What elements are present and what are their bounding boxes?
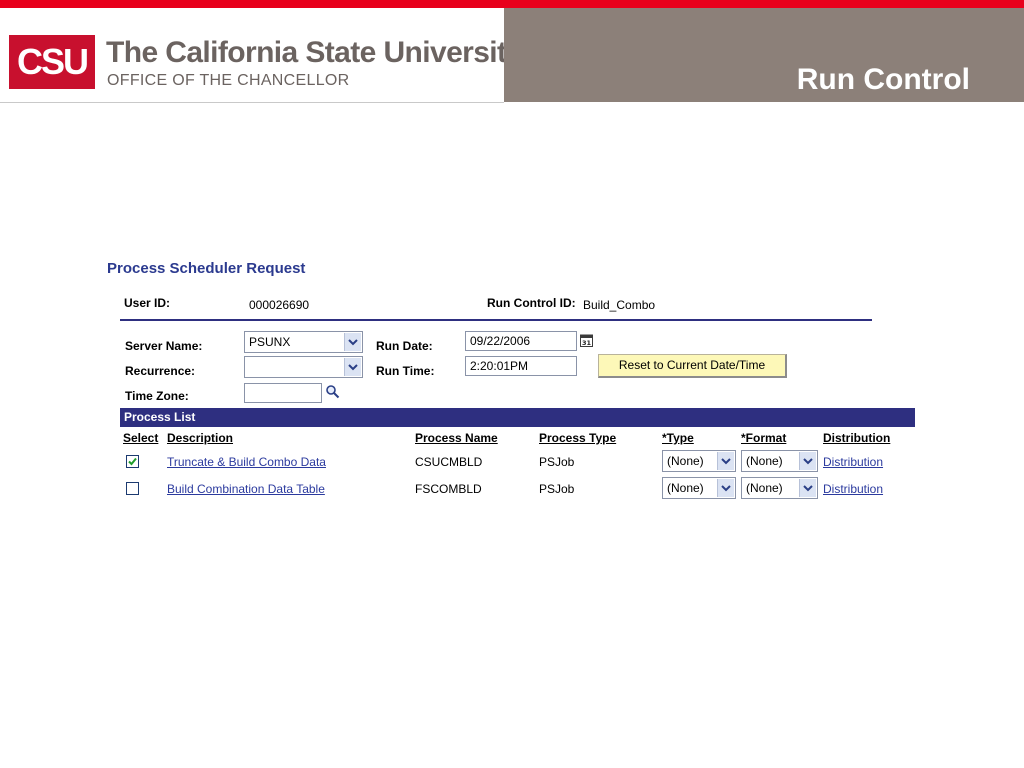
col-format[interactable]: *Format — [741, 431, 786, 445]
time-zone-input[interactable] — [244, 383, 322, 403]
search-icon[interactable] — [325, 384, 340, 402]
type-value: (None) — [667, 454, 704, 468]
server-name-value: PSUNX — [249, 335, 291, 349]
reset-date-time-button[interactable]: Reset to Current Date/Time — [598, 354, 787, 378]
distribution-link[interactable]: Distribution — [823, 455, 883, 469]
process-list-header: Process List — [120, 408, 915, 427]
server-name-select[interactable]: PSUNX — [244, 331, 363, 353]
process-name: CSUCMBLD — [415, 455, 483, 469]
chevron-down-icon[interactable] — [799, 452, 816, 470]
col-process-type[interactable]: Process Type — [539, 431, 616, 445]
recurrence-select[interactable] — [244, 356, 363, 378]
row-select-checkbox[interactable] — [126, 482, 139, 495]
row-select-checkbox[interactable] — [126, 455, 139, 468]
chevron-down-icon[interactable] — [344, 358, 361, 376]
chevron-down-icon[interactable] — [717, 452, 734, 470]
distribution-link[interactable]: Distribution — [823, 482, 883, 496]
type-select[interactable]: (None) — [662, 450, 736, 472]
run-control-value: Build_Combo — [583, 298, 656, 312]
col-process-name[interactable]: Process Name — [415, 431, 498, 445]
header-title-area: Run Control — [504, 8, 1024, 102]
col-description[interactable]: Description — [167, 431, 233, 445]
run-time-label: Run Time: — [376, 364, 435, 378]
slide-title: Run Control — [796, 63, 970, 96]
office-name: OFFICE OF THE CHANCELLOR — [107, 72, 350, 89]
chevron-down-icon[interactable] — [799, 479, 816, 497]
svg-text:31: 31 — [582, 339, 592, 347]
type-value: (None) — [667, 481, 704, 495]
run-date-input[interactable] — [465, 331, 577, 351]
type-select[interactable]: (None) — [662, 477, 736, 499]
header-divider — [120, 319, 872, 321]
col-distribution[interactable]: Distribution — [823, 431, 890, 445]
format-select[interactable]: (None) — [741, 477, 818, 499]
process-name: FSCOMBLD — [415, 482, 482, 496]
recurrence-label: Recurrence: — [125, 364, 196, 378]
format-select[interactable]: (None) — [741, 450, 818, 472]
process-type: PSJob — [539, 482, 575, 496]
time-zone-label: Time Zone: — [125, 389, 189, 403]
user-id-value: 000026690 — [249, 298, 310, 312]
col-select: Select — [123, 431, 159, 445]
col-type[interactable]: *Type — [662, 431, 694, 445]
calendar-icon[interactable]: 31 — [580, 333, 593, 350]
run-date-label: Run Date: — [376, 339, 433, 353]
process-description-link[interactable]: Truncate & Build Combo Data — [167, 455, 326, 469]
format-value: (None) — [746, 454, 783, 468]
process-description-link[interactable]: Build Combination Data Table — [167, 482, 325, 496]
process-type: PSJob — [539, 455, 575, 469]
header-brand-area: CSU The California State University OFFI… — [0, 8, 523, 103]
run-control-label: Run Control ID: — [487, 296, 576, 310]
chevron-down-icon[interactable] — [717, 479, 734, 497]
format-value: (None) — [746, 481, 783, 495]
run-time-input[interactable] — [465, 356, 577, 376]
server-name-label: Server Name: — [125, 339, 203, 353]
user-id-label: User ID: — [124, 296, 171, 310]
page-title: Process Scheduler Request — [107, 260, 306, 277]
chevron-down-icon[interactable] — [344, 333, 361, 351]
top-accent-bar — [0, 0, 1024, 8]
university-name: The California State University — [106, 36, 523, 69]
csu-logo: CSU — [9, 35, 95, 89]
